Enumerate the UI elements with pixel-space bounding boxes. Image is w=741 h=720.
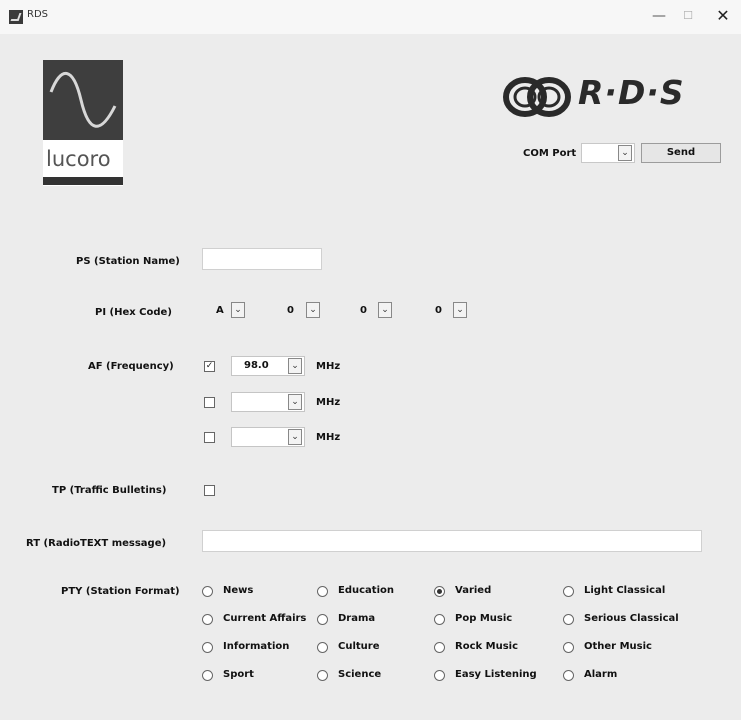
chevron-down-icon[interactable]: ⌄ [288, 429, 302, 445]
tp-label: TP (Traffic Bulletins) [52, 485, 167, 496]
pty-radio-alarm[interactable] [563, 670, 574, 681]
tp-checkbox[interactable] [204, 485, 215, 496]
pty-radio-education[interactable] [317, 586, 328, 597]
af-3-select[interactable]: ⌄ [231, 427, 305, 447]
pty-radio-sport[interactable] [202, 670, 213, 681]
pty-label-science: Science [338, 669, 382, 680]
checkmark-icon: ✓ [205, 361, 214, 371]
rds-rings-icon [503, 77, 571, 117]
com-port-label: COM Port [523, 148, 577, 159]
pi-digit-3-select[interactable]: 0 ⌄ [347, 301, 397, 321]
chevron-down-icon[interactable]: ⌄ [618, 145, 632, 161]
close-button[interactable]: ✕ [711, 5, 735, 27]
pty-radio-rock-music[interactable] [434, 642, 445, 653]
lucoro-logo: lucoro [43, 60, 123, 186]
pi-digit-2-value: 0 [287, 305, 294, 316]
pty-radio-current-affairs[interactable] [202, 614, 213, 625]
chevron-down-icon[interactable]: ⌄ [231, 302, 245, 318]
pty-label-varied: Varied [455, 585, 492, 596]
pty-label-alarm: Alarm [584, 669, 618, 680]
rt-label: RT (RadioTEXT message) [26, 538, 167, 549]
pty-radio-information[interactable] [202, 642, 213, 653]
minimize-button[interactable]: — [647, 5, 671, 27]
pty-label-pop-music: Pop Music [455, 613, 513, 624]
window-title: RDS [27, 9, 48, 20]
pty-radio-science[interactable] [317, 670, 328, 681]
pty-label-rock-music: Rock Music [455, 641, 519, 652]
af-1-select[interactable]: 98.0 ⌄ [231, 356, 305, 376]
chevron-down-icon[interactable]: ⌄ [288, 394, 302, 410]
pty-label: PTY (Station Format) [61, 586, 180, 597]
af-2-select[interactable]: ⌄ [231, 392, 305, 412]
pty-label-serious-classical: Serious Classical [584, 613, 679, 624]
com-port-select[interactable]: ⌄ [581, 143, 635, 163]
pi-digit-1-select[interactable]: A ⌄ [210, 301, 256, 321]
pi-digit-4-value: 0 [435, 305, 442, 316]
af-1-checkbox[interactable]: ✓ [204, 361, 215, 372]
af-2-checkbox[interactable] [204, 397, 215, 408]
pty-radio-news[interactable] [202, 586, 213, 597]
pty-radio-serious-classical[interactable] [563, 614, 574, 625]
send-button[interactable]: Send [641, 143, 721, 163]
rds-logo-text: R·D·S [578, 73, 685, 112]
pty-label-drama: Drama [338, 613, 376, 624]
pi-digit-4-select[interactable]: 0 ⌄ [420, 301, 470, 321]
chevron-down-icon[interactable]: ⌄ [288, 358, 302, 374]
app-icon [9, 10, 23, 24]
rds-window: RDS — ☐ ✕ lucoro R·D·S COM Port ⌄ Send P… [0, 0, 741, 720]
pty-label-culture: Culture [338, 641, 380, 652]
pty-label-sport: Sport [223, 669, 254, 680]
pty-radio-pop-music[interactable] [434, 614, 445, 625]
pty-label-information: Information [223, 641, 290, 652]
pi-digit-3-value: 0 [360, 305, 367, 316]
af-3-unit: MHz [316, 432, 341, 443]
af-1-unit: MHz [316, 361, 341, 372]
pi-digit-1-value: A [216, 305, 224, 316]
pty-radio-varied[interactable] [434, 586, 445, 597]
af-label: AF (Frequency) [88, 361, 174, 372]
lucoro-logo-bar [43, 177, 123, 185]
ps-input[interactable] [202, 248, 322, 270]
chevron-down-icon[interactable]: ⌄ [453, 302, 467, 318]
pty-radio-drama[interactable] [317, 614, 328, 625]
af-3-checkbox[interactable] [204, 432, 215, 443]
pty-radio-easy-listening[interactable] [434, 670, 445, 681]
rds-logo: R·D·S [503, 73, 717, 123]
lucoro-logo-mark [43, 60, 123, 140]
af-2-unit: MHz [316, 397, 341, 408]
pty-radio-other-music[interactable] [563, 642, 574, 653]
pty-label-current-affairs: Current Affairs [223, 613, 307, 624]
pty-label-light-classical: Light Classical [584, 585, 666, 596]
af-1-value: 98.0 [244, 360, 269, 371]
chevron-down-icon[interactable]: ⌄ [378, 302, 392, 318]
pty-label-news: News [223, 585, 254, 596]
chevron-down-icon[interactable]: ⌄ [306, 302, 320, 318]
title-bar: RDS — ☐ ✕ [0, 0, 741, 34]
pty-label-other-music: Other Music [584, 641, 652, 652]
lucoro-logo-text: lucoro [46, 147, 111, 171]
pi-label: PI (Hex Code) [95, 307, 172, 318]
ps-label: PS (Station Name) [76, 256, 180, 267]
maximize-button[interactable]: ☐ [676, 5, 700, 27]
pi-digit-2-select[interactable]: 0 ⌄ [275, 301, 325, 321]
rt-input[interactable] [202, 530, 702, 552]
pty-radio-culture[interactable] [317, 642, 328, 653]
pty-label-education: Education [338, 585, 394, 596]
pty-label-easy-listening: Easy Listening [455, 669, 537, 680]
pty-radio-light-classical[interactable] [563, 586, 574, 597]
